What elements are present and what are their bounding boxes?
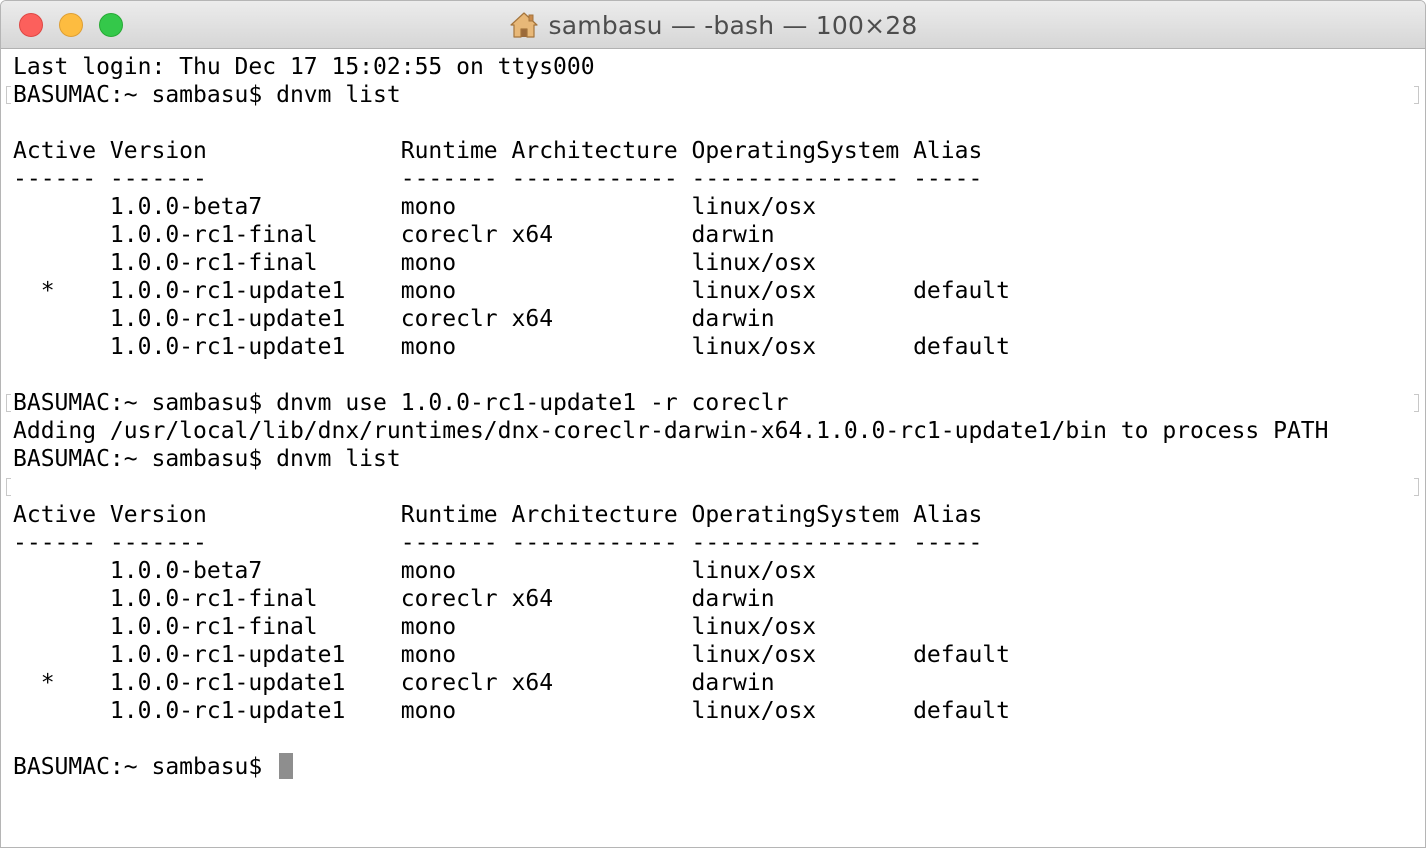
terminal-line-text: BASUMAC:~ sambasu$ dnvm list [13, 82, 401, 108]
terminal-line-text: 1.0.0-beta7 mono linux/osx [13, 194, 817, 220]
mark-bracket-left [6, 478, 11, 496]
home-icon [509, 12, 538, 38]
terminal-line: ------ ------- ------- ------------ ----… [13, 165, 1413, 193]
terminal-line-text: Active Version Runtime Architecture Oper… [13, 138, 983, 164]
terminal-line-text: 1.0.0-rc1-final mono linux/osx [13, 614, 817, 640]
mark-bracket-right [1414, 478, 1419, 496]
mark-bracket-right [1414, 86, 1419, 104]
terminal-line-text: 1.0.0-rc1-update1 coreclr x64 darwin [13, 306, 775, 332]
terminal-line: BASUMAC:~ sambasu$ dnvm list [13, 81, 1413, 109]
terminal-line-text: 1.0.0-rc1-update1 mono linux/osx default [13, 642, 1010, 668]
terminal-line: 1.0.0-beta7 mono linux/osx [13, 193, 1413, 221]
terminal-line: 1.0.0-rc1-update1 coreclr x64 darwin [13, 305, 1413, 333]
terminal-line: 1.0.0-rc1-update1 mono linux/osx default [13, 333, 1413, 361]
terminal-line: Last login: Thu Dec 17 15:02:55 on ttys0… [13, 53, 1413, 81]
terminal-line: ------ ------- ------- ------------ ----… [13, 529, 1413, 557]
mark-bracket-left [6, 86, 11, 104]
terminal-line-text: 1.0.0-rc1-update1 mono linux/osx default [13, 334, 1010, 360]
terminal-line: BASUMAC:~ sambasu$ dnvm use 1.0.0-rc1-up… [13, 389, 1413, 417]
terminal-line-text: ------ ------- ------- ------------ ----… [13, 530, 983, 556]
terminal-line-text: 1.0.0-beta7 mono linux/osx [13, 558, 817, 584]
terminal-line: BASUMAC:~ sambasu$ dnvm list [13, 445, 1413, 473]
terminal-line: 1.0.0-rc1-update1 mono linux/osx default [13, 641, 1413, 669]
window-title: sambasu — -bash — 100×28 [548, 10, 918, 40]
terminal-line-text: BASUMAC:~ sambasu$ [13, 754, 277, 780]
terminal-line: 1.0.0-rc1-final mono linux/osx [13, 613, 1413, 641]
terminal-line: Active Version Runtime Architecture Oper… [13, 501, 1413, 529]
terminal-line: Active Version Runtime Architecture Oper… [13, 137, 1413, 165]
terminal-output[interactable]: Last login: Thu Dec 17 15:02:55 on ttys0… [13, 53, 1413, 843]
window-title-container: sambasu — -bash — 100×28 [1, 1, 1425, 49]
terminal-line-text: Last login: Thu Dec 17 15:02:55 on ttys0… [13, 54, 595, 80]
terminal-line: * 1.0.0-rc1-update1 mono linux/osx defau… [13, 277, 1413, 305]
terminal-line-text: 1.0.0-rc1-update1 mono linux/osx default [13, 698, 1010, 724]
title-bar[interactable]: sambasu — -bash — 100×28 [1, 1, 1425, 49]
terminal-line: Adding /usr/local/lib/dnx/runtimes/dnx-c… [13, 417, 1413, 445]
terminal-line: 1.0.0-rc1-update1 mono linux/osx default [13, 697, 1413, 725]
terminal-line-text: BASUMAC:~ sambasu$ dnvm list [13, 446, 401, 472]
terminal-line: 1.0.0-rc1-final coreclr x64 darwin [13, 585, 1413, 613]
mark-bracket-left [6, 394, 11, 412]
terminal-line-text: 1.0.0-rc1-final coreclr x64 darwin [13, 586, 775, 612]
terminal-line: * 1.0.0-rc1-update1 coreclr x64 darwin [13, 669, 1413, 697]
terminal-line-text: 1.0.0-rc1-final coreclr x64 darwin [13, 222, 775, 248]
terminal-line-text: Adding /usr/local/lib/dnx/runtimes/dnx-c… [13, 418, 1329, 444]
text-cursor [279, 753, 294, 779]
terminal-line-text: Active Version Runtime Architecture Oper… [13, 502, 983, 528]
terminal-line-text: 1.0.0-rc1-final mono linux/osx [13, 250, 817, 276]
terminal-line: 1.0.0-beta7 mono linux/osx [13, 557, 1413, 585]
terminal-line-text: * 1.0.0-rc1-update1 coreclr x64 darwin [13, 670, 775, 696]
terminal-line-text: BASUMAC:~ sambasu$ dnvm use 1.0.0-rc1-up… [13, 390, 789, 416]
mark-bracket-right [1414, 394, 1419, 412]
terminal-line: 1.0.0-rc1-final coreclr x64 darwin [13, 221, 1413, 249]
terminal-window: sambasu — -bash — 100×28 Last login: Thu… [0, 0, 1426, 848]
terminal-line: 1.0.0-rc1-final mono linux/osx [13, 249, 1413, 277]
terminal-line: BASUMAC:~ sambasu$ [13, 753, 1413, 781]
terminal-line-text: ------ ------- ------- ------------ ----… [13, 166, 983, 192]
terminal-line-text: * 1.0.0-rc1-update1 mono linux/osx defau… [13, 278, 1010, 304]
